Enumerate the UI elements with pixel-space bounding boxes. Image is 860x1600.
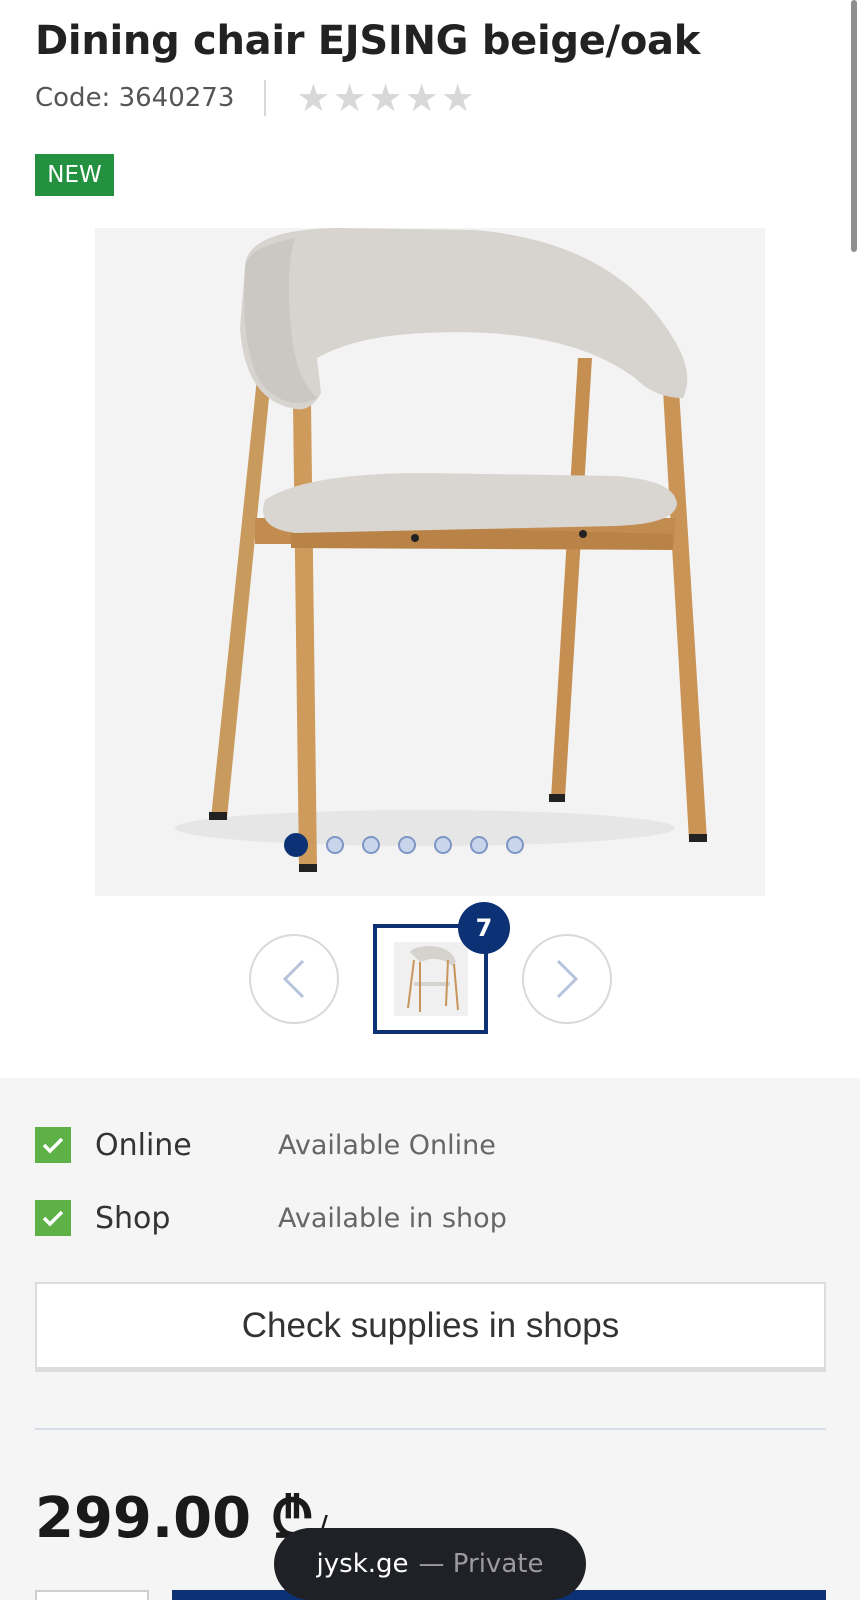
gallery-prev-button[interactable] — [249, 934, 339, 1024]
chevron-right-icon — [556, 959, 579, 999]
dining-chair-image — [95, 228, 765, 896]
check-supplies-button[interactable]: Check supplies in shops — [35, 1282, 826, 1372]
meta-divider — [264, 80, 267, 116]
product-image-gallery[interactable] — [95, 228, 765, 896]
gallery-dot[interactable] — [362, 836, 380, 854]
product-title: Dining chair EJSING beige/oak — [35, 18, 701, 64]
gallery-next-button[interactable] — [522, 934, 612, 1024]
chevron-left-icon — [282, 959, 305, 999]
gallery-dot[interactable] — [434, 836, 452, 854]
availability-status: Available in shop — [278, 1202, 507, 1234]
gallery-dots — [0, 833, 830, 857]
quantity-input[interactable] — [35, 1590, 149, 1600]
availability-channel: Online — [95, 1127, 192, 1163]
checkmark-icon — [35, 1200, 71, 1236]
availability-channel: Shop — [95, 1200, 171, 1236]
star-icon: ★ — [368, 76, 403, 120]
section-divider — [35, 1428, 826, 1430]
chair-thumbnail-image — [393, 942, 468, 1016]
product-code: Code: 3640273 — [35, 83, 235, 113]
page-scrollbar[interactable] — [851, 0, 857, 252]
availability-status: Available Online — [278, 1129, 496, 1161]
star-icon: ★ — [404, 76, 439, 120]
gallery-dot[interactable] — [506, 836, 524, 854]
browser-address-pill[interactable]: jysk.ge — Private — [274, 1528, 586, 1600]
gallery-dot[interactable] — [398, 836, 416, 854]
availability-row-online: Online Available Online — [35, 1125, 496, 1165]
star-icon: ★ — [332, 76, 367, 120]
price-amount: 299.00 ₾ — [35, 1486, 314, 1551]
gallery-dot-active[interactable] — [284, 833, 308, 857]
image-count-badge: 7 — [458, 902, 510, 954]
star-icon: ★ — [296, 76, 331, 120]
gallery-dot[interactable] — [470, 836, 488, 854]
new-badge: NEW — [35, 154, 114, 196]
browser-private-label: — Private — [418, 1549, 544, 1579]
availability-row-shop: Shop Available in shop — [35, 1198, 507, 1238]
rating-stars[interactable]: ★ ★ ★ ★ ★ — [296, 79, 474, 117]
product-meta: Code: 3640273 ★ ★ ★ ★ ★ — [35, 78, 475, 118]
star-icon: ★ — [440, 76, 475, 120]
browser-domain: jysk.ge — [316, 1549, 409, 1579]
checkmark-icon — [35, 1127, 71, 1163]
gallery-dot[interactable] — [326, 836, 344, 854]
